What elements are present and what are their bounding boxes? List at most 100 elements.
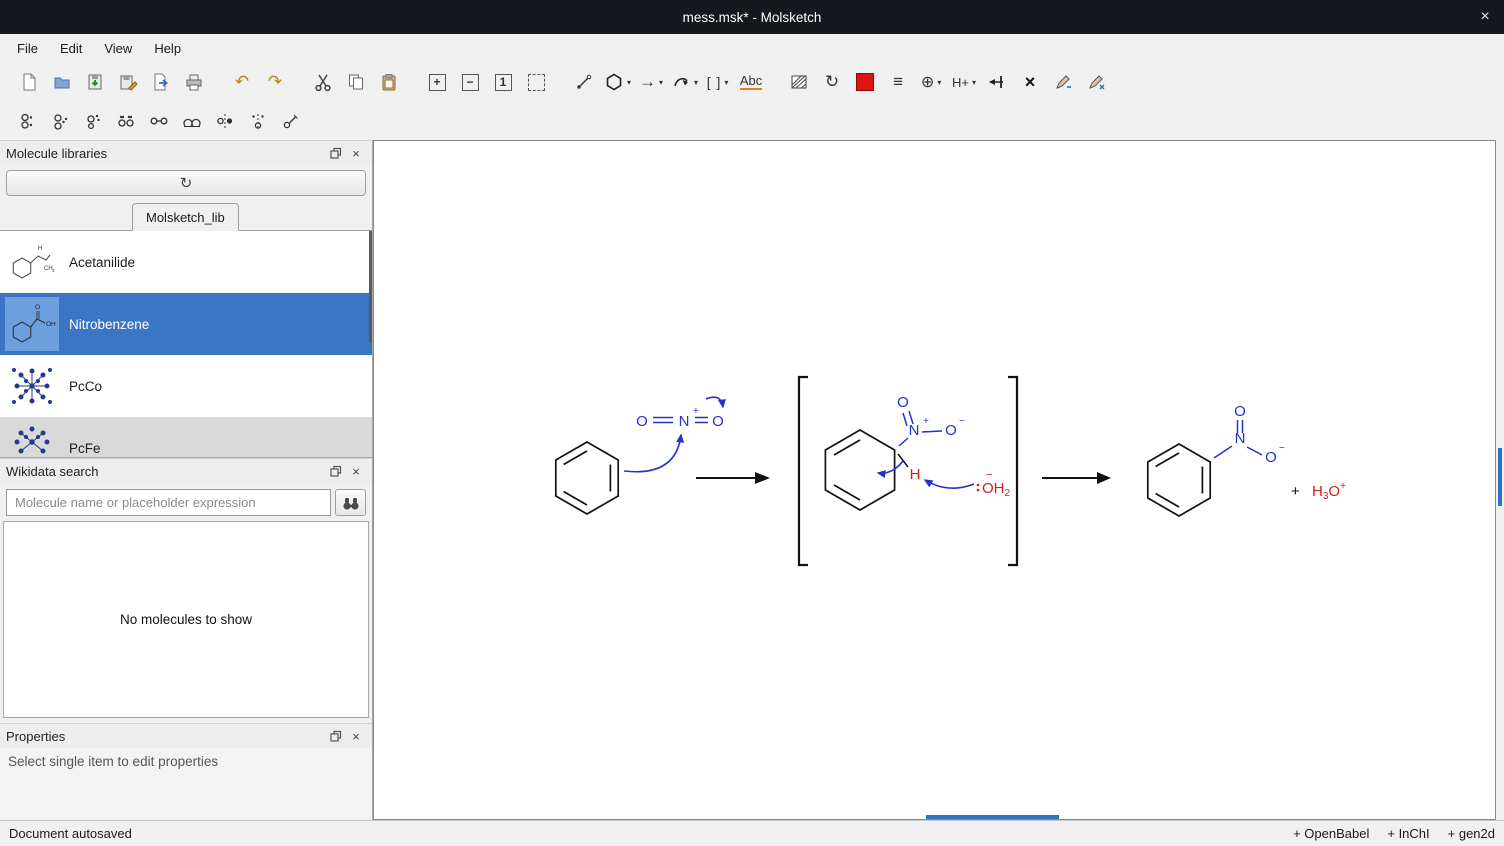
open-folder-icon <box>52 72 72 92</box>
wikidata-close-button[interactable]: × <box>346 461 366 481</box>
bracket-left <box>799 377 808 565</box>
properties-float-button[interactable] <box>326 726 346 746</box>
new-file-button[interactable] <box>14 67 44 97</box>
lone-pair-tool-1[interactable] <box>12 106 42 136</box>
list-item-label: Nitrobenzene <box>69 317 149 332</box>
structure-toolbar <box>0 102 1504 140</box>
reaction-arrow-2[interactable] <box>1042 472 1111 484</box>
lone-pair-tool-2[interactable] <box>45 106 75 136</box>
mechanism-arrow-tool-button[interactable]: ▾ <box>669 67 700 97</box>
water-base[interactable]: OH2 − <box>925 469 1011 499</box>
menu-edit[interactable]: Edit <box>49 37 93 60</box>
save-as-button[interactable] <box>113 67 143 97</box>
export-button[interactable] <box>146 67 176 97</box>
rotate-tool-button[interactable]: ↻ <box>817 67 847 97</box>
svg-text:N: N <box>679 413 690 430</box>
flip-vertical-tool[interactable] <box>243 106 273 136</box>
arrow-tool-button[interactable]: →▾ <box>636 67 666 97</box>
list-item-pcco[interactable]: PcCo <box>0 355 372 417</box>
title-bar: mess.msk* - Molsketch × <box>0 0 1504 34</box>
text-tool-button[interactable]: Abc <box>736 67 766 97</box>
canvas-vertical-scrollbar[interactable] <box>1498 448 1502 506</box>
library-list-scrollbar[interactable] <box>369 231 372 343</box>
bond-length-tool[interactable] <box>144 106 174 136</box>
library-refresh-button[interactable]: ↻ <box>6 170 366 196</box>
radical-tool-1[interactable] <box>78 106 108 136</box>
nitronium-ion[interactable]: O N + O <box>636 397 724 430</box>
cut-button[interactable] <box>308 67 338 97</box>
menu-help[interactable]: Help <box>143 37 192 60</box>
draw-tool-button[interactable] <box>569 67 599 97</box>
tab-molsketch-lib[interactable]: Molsketch_lib <box>132 203 239 231</box>
hatch-tool-button[interactable] <box>784 67 814 97</box>
menu-file[interactable]: File <box>6 37 49 60</box>
zoom-out-button[interactable]: − <box>455 67 485 97</box>
copy-button[interactable] <box>341 67 371 97</box>
delete-tool-button[interactable]: × <box>1015 67 1045 97</box>
list-item-nitrobenzene[interactable]: OOH Nitrobenzene <box>0 293 372 355</box>
save-button[interactable] <box>80 67 110 97</box>
format-pen-alt-button[interactable] <box>1081 67 1111 97</box>
menu-view[interactable]: View <box>93 37 143 60</box>
properties-close-button[interactable]: × <box>346 726 366 746</box>
zoom-out-icon: − <box>462 74 479 91</box>
list-item-acetanilide[interactable]: HCH3 Acetanilide <box>0 231 372 293</box>
float-icon <box>329 146 343 160</box>
radical-tool-2[interactable] <box>111 106 141 136</box>
chevron-down-icon: ▾ <box>724 78 729 87</box>
canvas-horizontal-scrollbar[interactable] <box>926 815 1059 819</box>
wikidata-results-area: No molecules to show <box>3 521 369 718</box>
charge-tool-button[interactable]: ⊕▾ <box>916 67 946 97</box>
canvas-vertical-scroll-track[interactable] <box>1496 140 1504 820</box>
zoom-original-button[interactable]: 1 <box>488 67 518 97</box>
hydronium-product[interactable]: H3O+ <box>1312 481 1346 502</box>
zoom-fit-button[interactable] <box>521 67 551 97</box>
zoom-in-button[interactable]: + <box>422 67 452 97</box>
drawing-canvas[interactable]: O N + O <box>373 140 1496 820</box>
paste-button[interactable] <box>374 67 404 97</box>
bracket-tool-button[interactable]: [ ]▾ <box>703 67 733 97</box>
line-width-button[interactable]: ≡ <box>883 67 913 97</box>
binoculars-icon <box>341 494 361 512</box>
undo-button[interactable]: ↶ <box>227 67 257 97</box>
save-icon <box>85 72 105 92</box>
wikidata-search-button[interactable] <box>335 489 366 516</box>
color-swatch-button[interactable] <box>850 67 880 97</box>
open-file-button[interactable] <box>47 67 77 97</box>
print-button[interactable] <box>179 67 209 97</box>
wikidata-float-button[interactable] <box>326 461 346 481</box>
ring-pair-icon <box>182 111 202 131</box>
bond-angle-tool[interactable] <box>276 106 306 136</box>
svg-text:−: − <box>959 416 965 427</box>
svg-text:O: O <box>712 413 724 430</box>
flip-horizontal-tool[interactable] <box>210 106 240 136</box>
nitrobenzene-product[interactable]: N O O − <box>1148 403 1285 516</box>
window-close-button[interactable]: × <box>1466 0 1504 34</box>
libraries-close-button[interactable]: × <box>346 143 366 163</box>
libraries-float-button[interactable] <box>326 143 346 163</box>
benzene-reactant[interactable] <box>556 442 618 514</box>
format-pen-button[interactable] <box>1048 67 1078 97</box>
pen-icon <box>1053 72 1073 92</box>
redo-button[interactable]: ↷ <box>260 67 290 97</box>
ring-tool-button[interactable]: ▾ <box>602 67 633 97</box>
reaction-arrow-1[interactable] <box>696 472 770 484</box>
lone-pair-icon-2 <box>50 111 70 131</box>
libraries-dock-header: Molecule libraries × <box>0 140 372 165</box>
color-swatch-icon <box>856 73 874 91</box>
wikidata-search-input[interactable] <box>6 489 331 516</box>
library-tabbar: Molsketch_lib <box>0 201 372 231</box>
library-list: HCH3 Acetanilide OOH Nitrobenzene PcCo <box>0 231 372 458</box>
refresh-icon: ↻ <box>180 174 193 192</box>
arenium-intermediate[interactable]: N + O O − H <box>799 377 1017 565</box>
ring-pair-tool[interactable] <box>177 106 207 136</box>
curved-arrow-attack[interactable] <box>624 435 681 472</box>
print-icon <box>184 72 204 92</box>
list-item-pcfe[interactable]: PcFe <box>0 417 372 458</box>
align-tool-button[interactable] <box>982 67 1012 97</box>
svg-text:+: + <box>923 416 929 427</box>
hydrogen-tool-button[interactable]: H+▾ <box>949 67 979 97</box>
svg-text:3: 3 <box>52 268 55 273</box>
svg-text:H: H <box>910 466 921 483</box>
reaction-scheme[interactable]: O N + O <box>374 141 1495 819</box>
